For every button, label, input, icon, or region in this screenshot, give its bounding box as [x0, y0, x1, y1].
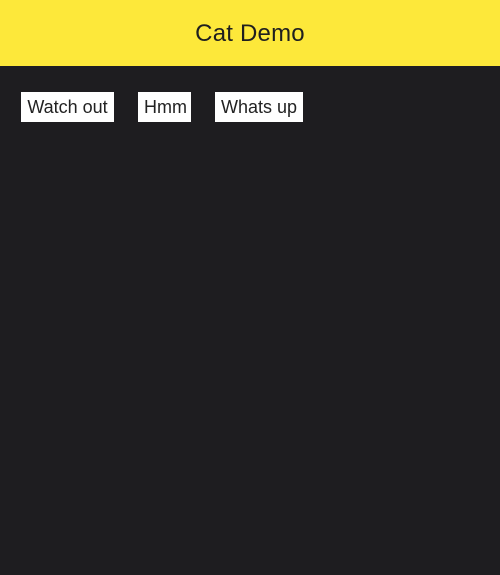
content-area: Watch out Hmm Whats up: [0, 66, 500, 575]
app-title: Cat Demo: [195, 19, 305, 47]
watch-out-button[interactable]: Watch out: [21, 92, 114, 122]
app-bar: Cat Demo: [0, 0, 500, 66]
hmm-button[interactable]: Hmm: [138, 92, 191, 122]
whats-up-button[interactable]: Whats up: [215, 92, 303, 122]
